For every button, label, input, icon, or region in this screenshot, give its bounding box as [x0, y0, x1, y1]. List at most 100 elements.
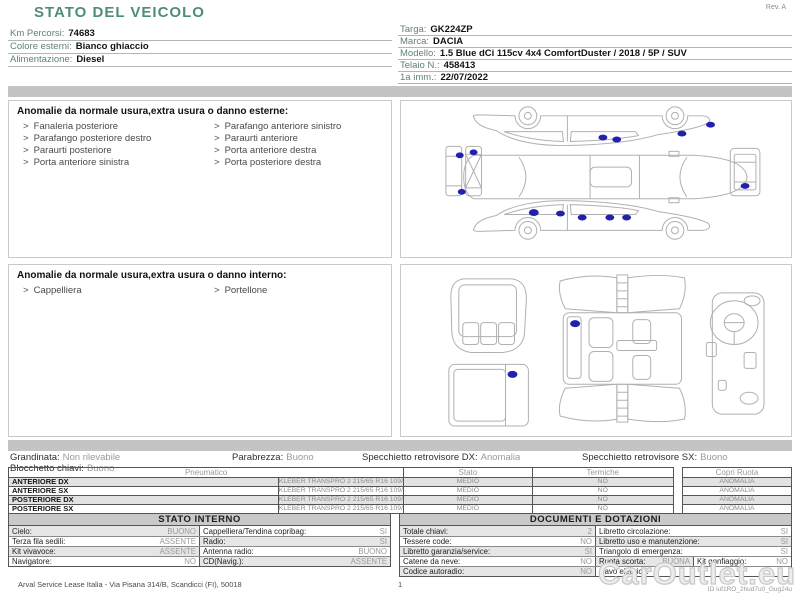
pair-row: Tessere code: NO Libretto uso e manutenzio… — [400, 536, 791, 546]
summary-label: Specchietto retrovisore SX: — [582, 452, 698, 463]
list-marker: > — [23, 133, 29, 144]
exterior-damage-diagram-panel — [400, 100, 792, 258]
wheel-cover-table: Copri Ruota ANOMALIA ANOMALIA ANOMALIA ANOM… — [682, 467, 792, 514]
exterior-anomalies-list: > Fanaleria posteriore > Parafango posterio… — [9, 121, 391, 169]
anomaly-item: > Paraurti posteriore — [23, 145, 200, 157]
anomaly-item: > Porta anteriore destra — [214, 145, 391, 157]
pair-cell: Catene da neve: NO — [400, 557, 595, 566]
tyres-header-stato: Stato — [403, 467, 533, 478]
list-marker: > — [214, 157, 220, 168]
page-title: STATO DEL VEICOLO — [34, 4, 205, 21]
anomaly-text: Porta posteriore destra — [224, 157, 322, 168]
summary-label: Grandinata: — [10, 452, 60, 463]
field-value: ASSENTE — [159, 547, 196, 556]
field-value: NO — [580, 557, 592, 566]
info-label: Colore esterni: — [10, 41, 72, 52]
list-marker: > — [214, 145, 220, 156]
tyre-position: POSTERIORE DX — [8, 495, 279, 505]
wheel-cover-row: ANOMALIA — [682, 495, 792, 505]
anomaly-item: > Porta posteriore destra — [214, 157, 391, 169]
pair-cell: Triangolo di emergenza: SI — [595, 547, 791, 556]
document-id: ID iuf1RO_2hud7u0_Gug24u — [707, 586, 792, 593]
anomaly-text: Parafango anteriore sinistro — [224, 121, 342, 132]
label-value-pair: Libretto garanzia/service: SI — [400, 547, 595, 556]
field-value: SI — [379, 526, 387, 536]
vehicle-info-row: 1a imm.: 22/07/2022 — [398, 72, 792, 84]
info-value: 458413 — [443, 60, 476, 71]
separator-band — [8, 440, 792, 451]
anomaly-item: > Paraurti anteriore — [214, 133, 391, 145]
pair-cell: Codice autoradio: NO — [400, 567, 595, 576]
field-label: Kit vivavoce: — [12, 547, 56, 556]
label-value-pair: Libretto uso e manutenzione: SI — [596, 537, 791, 546]
info-label: Km Percorsi: — [10, 28, 65, 39]
tyres-header-termiche: Termiche — [531, 467, 675, 478]
tyre-row: ANTERIORE DX KLEBER TRANSPRO 2 215/65 R16… — [8, 477, 675, 487]
summary-label: Parabrezza: — [232, 452, 284, 463]
interior-state-title: STATO INTERNO — [9, 514, 390, 526]
pair-cell: Cappelliera/Tendina copribag: SI — [199, 526, 390, 536]
anomaly-text: Portellone — [224, 285, 268, 296]
condition-summary-line1: Grandinata: Non rilevabile Parabrezza: Buon… — [0, 452, 800, 463]
tyre-row: ANTERIORE SX KLEBER TRANSPRO 2 215/65 R16… — [8, 486, 675, 496]
pair-cell: Terza fila sedili: ASSENTE — [9, 537, 199, 546]
separator-band — [8, 86, 792, 97]
info-value: GK224ZP — [430, 24, 473, 35]
info-label: 1a imm.: — [400, 72, 437, 83]
exterior-damage-diagram — [445, 106, 761, 240]
interior-anomalies-panel: Anomalie da normale usura,extra usura o … — [8, 264, 392, 437]
interior-damage-dots — [507, 320, 581, 378]
field-label: Libretto uso e manutenzione: — [599, 537, 700, 546]
anomaly-item: > Cappelliera — [23, 285, 200, 297]
field-value: SI — [780, 537, 788, 546]
field-value: ASSENTE — [159, 537, 196, 546]
pair-cell: Tessere code: NO — [400, 537, 595, 546]
field-label: Codice autoradio: — [403, 567, 465, 576]
anomaly-text: Parafango posteriore destro — [33, 133, 152, 144]
field-value: NO — [580, 567, 592, 576]
tyre-name: KLEBER TRANSPRO 2 215/65 R16 109/107 T — [277, 486, 405, 496]
tyre-state: MEDIO — [403, 486, 533, 496]
vehicle-info-right: Targa: GK224ZP Marca: DACIA Modello: 1.5 Blue… — [398, 24, 792, 84]
field-label: Antenna radio: — [203, 547, 254, 556]
field-label: Tessere code: — [403, 537, 452, 546]
documents-equipment-title: DOCUMENTI E DOTAZIONI — [400, 514, 791, 526]
anomaly-item: > Parafango anteriore sinistro — [214, 121, 391, 133]
pair-row: Cielo: BUONO Cappelliera/Tendina copribag:… — [9, 526, 390, 536]
label-value-pair: Navigatore: NO — [9, 557, 199, 566]
label-value-pair: Totale chiavi: 2 — [400, 526, 595, 536]
info-value: Diesel — [76, 54, 105, 65]
list-marker: > — [23, 121, 29, 132]
pair-cell: Kit vivavoce: ASSENTE — [9, 547, 199, 556]
info-label: Alimentazione: — [10, 54, 73, 65]
info-label: Marca: — [400, 36, 430, 47]
wheel-cover-state: ANOMALIA — [682, 486, 792, 496]
pair-cell: Antenna radio: BUONO — [199, 547, 390, 556]
label-value-pair: Triangolo di emergenza: SI — [596, 547, 791, 556]
pair-cell: Cielo: BUONO — [9, 526, 199, 536]
label-value-pair: Terza fila sedili: ASSENTE — [9, 537, 199, 546]
field-label: Triangolo di emergenza: — [599, 547, 683, 556]
anomaly-text: Cappelliera — [33, 285, 82, 296]
summary-value: Buono — [286, 452, 314, 463]
field-label: Cappelliera/Tendina copribag: — [203, 526, 307, 536]
pair-cell: Radio: SI — [199, 537, 390, 546]
anomaly-item: > Porta anteriore sinistra — [23, 157, 200, 169]
anomaly-text: Porta anteriore sinistra — [33, 157, 130, 168]
field-value: NO — [580, 537, 592, 546]
vehicle-info-row: Colore esterni: Bianco ghiaccio — [8, 41, 392, 54]
trunk-view — [450, 278, 527, 353]
exterior-damage-dots — [455, 121, 750, 221]
vehicle-info-row: Telaio N.: 458413 — [398, 60, 792, 72]
field-value: BUONO — [358, 547, 387, 556]
label-value-pair: Kit vivavoce: ASSENTE — [9, 547, 199, 556]
interior-damage-diagram — [448, 274, 765, 427]
tyre-name: KLEBER TRANSPRO 2 215/65 R16 109/107 T — [277, 495, 405, 505]
tyre-state: MEDIO — [403, 477, 533, 487]
vehicle-info-row: Marca: DACIA — [398, 36, 792, 48]
interior-anomalies-list: > Cappelliera > Portellone — [9, 285, 391, 297]
revision-label: Rev. A — [765, 4, 786, 11]
summary-item: Grandinata: Non rilevabile — [10, 452, 120, 463]
pair-cell: Libretto garanzia/service: SI — [400, 547, 595, 556]
tyre-thermal: NO — [531, 477, 675, 487]
